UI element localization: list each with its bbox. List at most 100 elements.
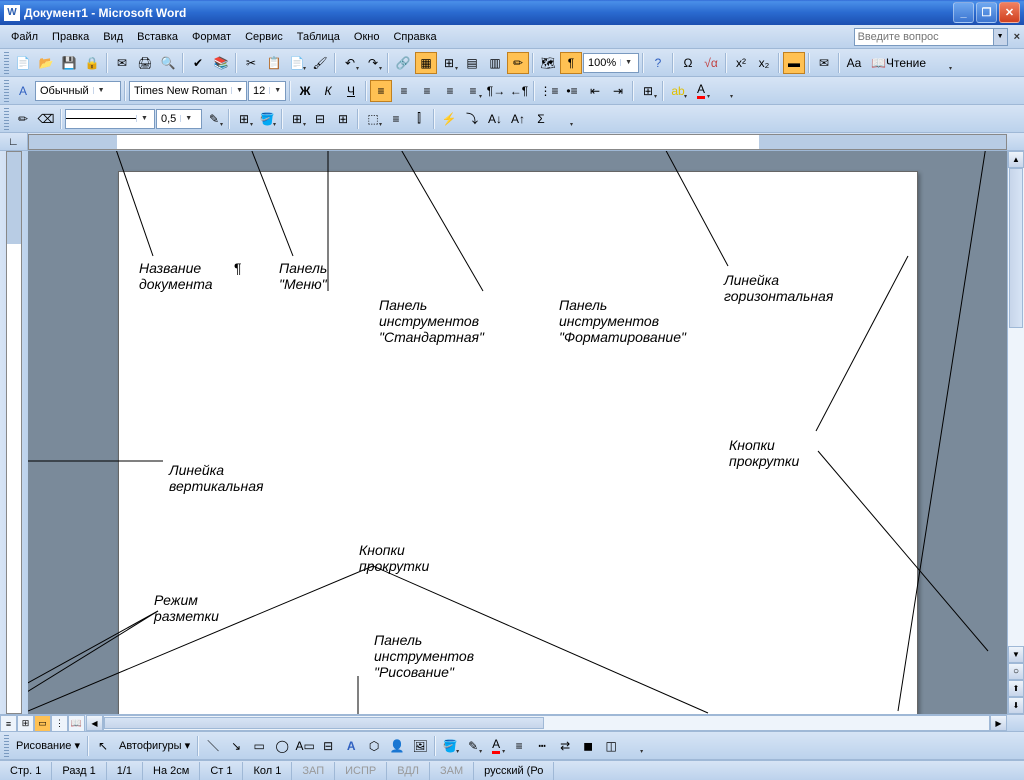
toolbar-grip[interactable] xyxy=(4,80,9,102)
toolbar-options-button[interactable]: ▾ xyxy=(553,108,575,130)
status-ext[interactable]: ВДЛ xyxy=(387,762,430,780)
reading-layout-button[interactable]: 📖 Чтение xyxy=(866,52,931,74)
autoshapes-button[interactable]: Автофигуры ▾ xyxy=(115,737,194,754)
highlight-button[interactable]: ab▾ xyxy=(667,80,689,102)
normal-view-button[interactable]: ≡ xyxy=(0,715,17,732)
font-size-combo[interactable]: 12▼ xyxy=(248,81,286,101)
reading-view-button[interactable]: 📖 xyxy=(68,715,85,732)
increase-indent-button[interactable]: ⇥ xyxy=(607,80,629,102)
numbered-list-button[interactable]: ⋮≡ xyxy=(538,80,560,102)
shading-color-button[interactable]: 🪣▾ xyxy=(256,108,278,130)
paste-button[interactable]: 📄▾ xyxy=(286,52,308,74)
horizontal-ruler[interactable] xyxy=(28,134,1007,150)
columns-button[interactable]: ▥ xyxy=(484,52,506,74)
text-direction-button[interactable]: ⤵ xyxy=(461,108,483,130)
3d-button[interactable]: ◫ xyxy=(600,735,622,757)
outline-view-button[interactable]: ⋮ xyxy=(51,715,68,732)
select-objects-button[interactable]: ↖ xyxy=(92,735,114,757)
email-button[interactable]: ✉ xyxy=(111,52,133,74)
superscript2-button[interactable]: x² xyxy=(730,52,752,74)
highlight2-button[interactable]: ▬ xyxy=(783,52,805,74)
horizontal-scrollbar[interactable]: ◀ ▶ xyxy=(86,715,1007,731)
table-autoformat-button[interactable]: ⚡ xyxy=(438,108,460,130)
menu-edit[interactable]: Правка xyxy=(45,28,96,46)
copy-button[interactable]: 📋 xyxy=(263,52,285,74)
cut-button[interactable]: ✂ xyxy=(240,52,262,74)
diagram-button[interactable]: ⬡ xyxy=(363,735,385,757)
zoom-combo[interactable]: 100%▼ xyxy=(583,53,639,73)
close-button[interactable]: ✕ xyxy=(999,2,1020,23)
insert-table2-button[interactable]: ⊞▾ xyxy=(286,108,308,130)
maximize-button[interactable]: ❐ xyxy=(976,2,997,23)
decrease-indent-button[interactable]: ⇤ xyxy=(584,80,606,102)
toolbar-grip[interactable] xyxy=(4,52,9,74)
borders-button[interactable]: ⊞▾ xyxy=(637,80,659,102)
ltr-button[interactable]: ¶→ xyxy=(485,80,507,102)
open-button[interactable]: 📂 xyxy=(35,52,57,74)
prev-page-button[interactable]: ⬆ xyxy=(1008,680,1024,697)
font-color-button[interactable]: A▾ xyxy=(690,80,712,102)
eraser-button[interactable]: ⌫ xyxy=(35,108,57,130)
format-painter-button[interactable]: 🖌 xyxy=(309,52,331,74)
redo-button[interactable]: ↷▾ xyxy=(362,52,384,74)
textbox-tool-button[interactable]: A▭ xyxy=(294,735,316,757)
research-button[interactable]: 📚 xyxy=(210,52,232,74)
oval-tool-button[interactable]: ◯ xyxy=(271,735,293,757)
menu-window[interactable]: Окно xyxy=(347,28,387,46)
insert-excel-button[interactable]: ▤ xyxy=(461,52,483,74)
envelope-button[interactable]: ✉ xyxy=(813,52,835,74)
styles-pane-button[interactable]: A xyxy=(12,80,34,102)
distribute-rows-button[interactable]: ≡ xyxy=(385,108,407,130)
autosum-button[interactable]: Σ xyxy=(530,108,552,130)
change-case-button[interactable]: Aa xyxy=(843,52,865,74)
tables-borders-button[interactable]: ▦ xyxy=(415,52,437,74)
menu-table[interactable]: Таблица xyxy=(290,28,347,46)
line-weight-combo[interactable]: 0,5▼ xyxy=(156,109,202,129)
equation-button[interactable]: Ω xyxy=(677,52,699,74)
undo-button[interactable]: ↶▾ xyxy=(339,52,361,74)
drawing-toolbar-button[interactable]: ✏ xyxy=(507,52,529,74)
insert-picture-button[interactable]: 🖼 xyxy=(409,735,431,757)
align-right-button[interactable]: ≡ xyxy=(416,80,438,102)
sqrt-button[interactable]: √α xyxy=(700,52,722,74)
browse-object-button[interactable]: ○ xyxy=(1008,663,1024,680)
font-combo[interactable]: Times New Roman▼ xyxy=(129,81,247,101)
hscroll-track[interactable] xyxy=(103,715,990,731)
line-tool-button[interactable]: ＼ xyxy=(202,735,224,757)
web-view-button[interactable]: ⊞ xyxy=(17,715,34,732)
fill-color-button[interactable]: 🪣▾ xyxy=(439,735,461,757)
vertical-scrollbar[interactable]: ▲ ▼ ○ ⬆ ⬇ xyxy=(1007,151,1024,714)
insert-table-button[interactable]: ⊞▾ xyxy=(438,52,460,74)
merge-cells-button[interactable]: ⊟ xyxy=(309,108,331,130)
dash-style-button[interactable]: ┅ xyxy=(531,735,553,757)
wordart-button[interactable]: A xyxy=(340,735,362,757)
scroll-left-button[interactable]: ◀ xyxy=(86,715,103,731)
menu-close-button[interactable]: × xyxy=(1014,31,1020,43)
rtl-button[interactable]: ←¶ xyxy=(508,80,530,102)
menu-help[interactable]: Справка xyxy=(386,28,443,46)
status-ovr[interactable]: ЗАМ xyxy=(430,762,474,780)
vscroll-track[interactable] xyxy=(1008,168,1024,646)
toolbar-options-button[interactable]: ▾ xyxy=(713,80,735,102)
clipart-button[interactable]: 👤 xyxy=(386,735,408,757)
hscroll-thumb[interactable] xyxy=(104,717,544,729)
document-page[interactable]: Название документа ¶ Панель "Меню" Панел… xyxy=(118,171,918,714)
menu-view[interactable]: Вид xyxy=(96,28,130,46)
document-map-button[interactable]: 🗺 xyxy=(537,52,559,74)
tab-selector[interactable]: ∟ xyxy=(0,133,28,151)
status-rec[interactable]: ЗАП xyxy=(292,762,335,780)
toolbar-options-button[interactable]: ▾ xyxy=(932,52,954,74)
vertical-textbox-button[interactable]: ⊟ xyxy=(317,735,339,757)
line-color-button[interactable]: ✎▾ xyxy=(462,735,484,757)
rectangle-tool-button[interactable]: ▭ xyxy=(248,735,270,757)
arrow-style-button[interactable]: ⇄ xyxy=(554,735,576,757)
vscroll-thumb[interactable] xyxy=(1009,168,1023,328)
status-trk[interactable]: ИСПР xyxy=(335,762,387,780)
minimize-button[interactable]: _ xyxy=(953,2,974,23)
print-button[interactable]: 🖨 xyxy=(134,52,156,74)
font-color2-button[interactable]: A▾ xyxy=(485,735,507,757)
hyperlink-button[interactable]: 🔗 xyxy=(392,52,414,74)
menu-format[interactable]: Формат xyxy=(185,28,238,46)
permissions-button[interactable]: 🔒 xyxy=(81,52,103,74)
next-page-button[interactable]: ⬇ xyxy=(1008,697,1024,714)
